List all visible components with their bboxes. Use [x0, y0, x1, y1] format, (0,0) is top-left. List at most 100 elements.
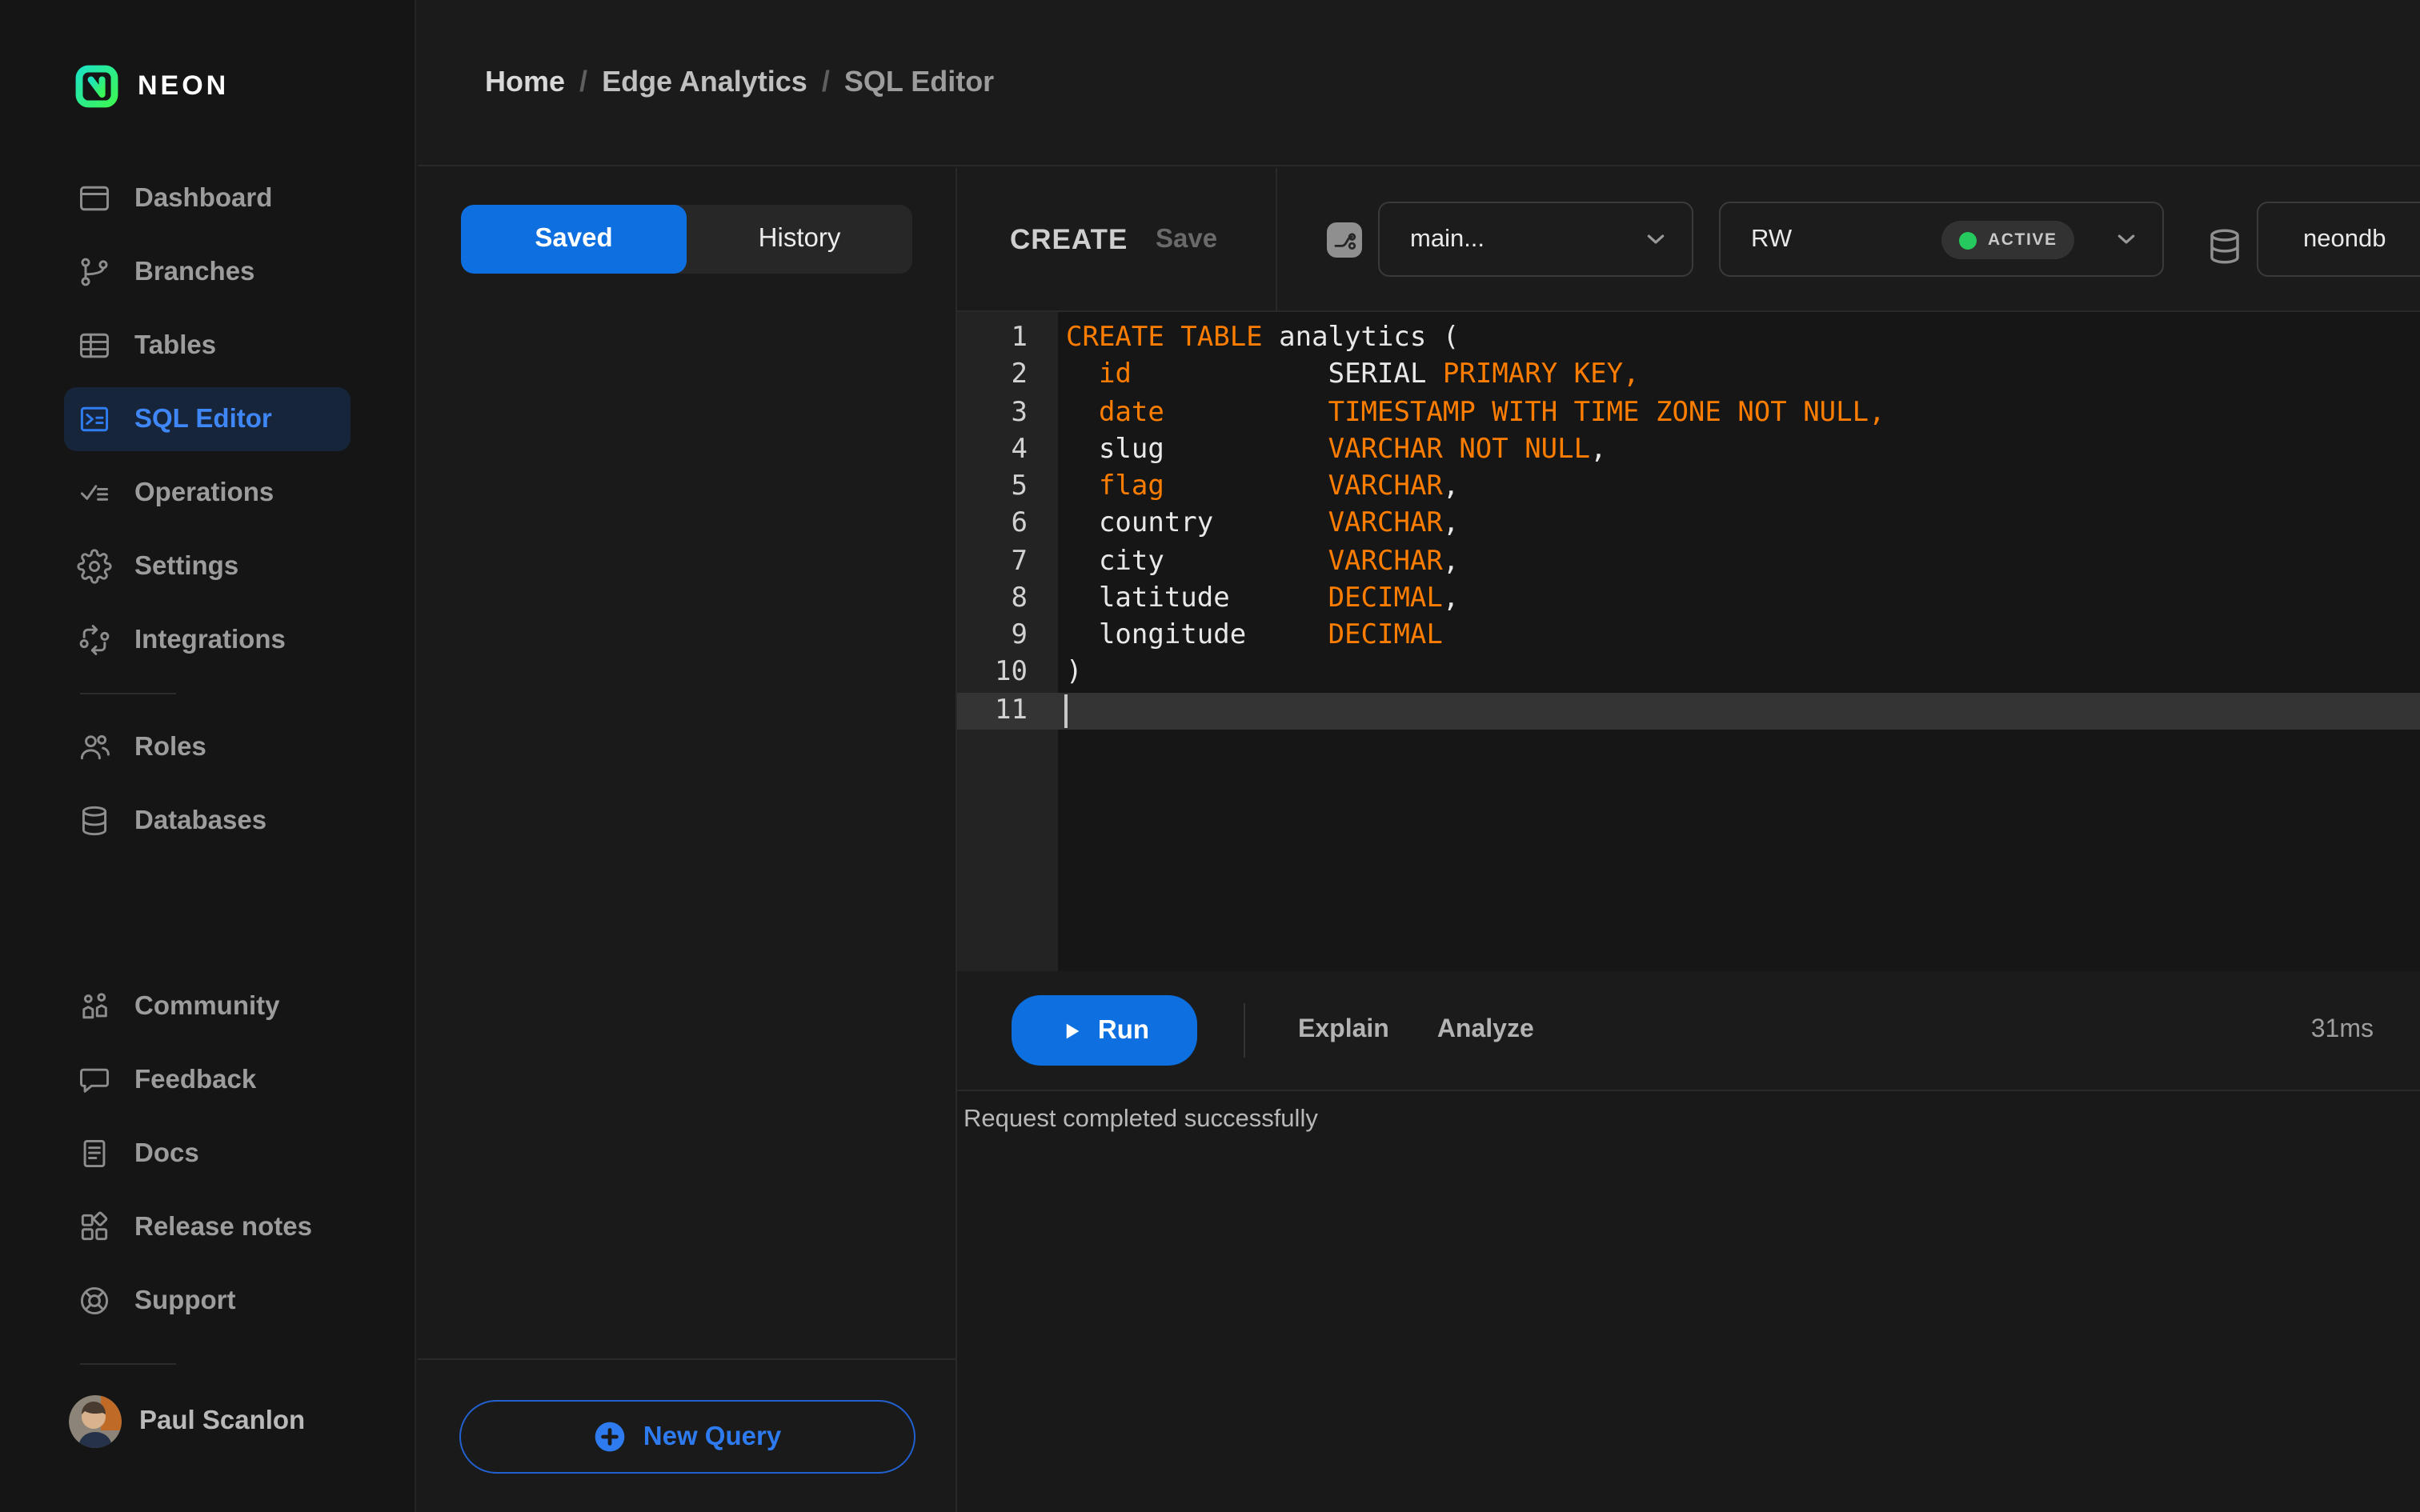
sidebar-item-branches[interactable]: Branches: [64, 240, 351, 304]
text-cursor: [1064, 694, 1068, 727]
code-line-content: city VARCHAR,: [1066, 545, 1460, 577]
sidebar-item-support[interactable]: Support: [64, 1269, 351, 1333]
code-line-2[interactable]: 2 id SERIAL PRIMARY KEY,: [957, 358, 2420, 395]
sidebar-item-roles[interactable]: Roles: [64, 715, 351, 779]
code-line-1[interactable]: 1 CREATE TABLE analytics (: [957, 320, 2420, 358]
sidebar-item-community[interactable]: Community: [64, 974, 351, 1038]
sidebar-item-label: Tables: [134, 330, 217, 359]
compute-status-label: ACTIVE: [1988, 230, 2057, 250]
new-query-label: New Query: [643, 1422, 782, 1450]
user-avatar: [69, 1395, 122, 1448]
sidebar-item-label: Community: [134, 991, 280, 1020]
operations-icon: [77, 475, 112, 510]
line-number: 7: [1011, 545, 1028, 577]
code-line-5[interactable]: 5 flag VARCHAR,: [957, 469, 2420, 506]
docs-icon: [77, 1136, 112, 1171]
sidebar-item-operations[interactable]: Operations: [64, 461, 351, 525]
breadcrumb-item-sql-editor: SQL Editor: [843, 66, 995, 98]
sidebar-item-sql-editor[interactable]: SQL Editor: [64, 387, 351, 451]
neon-logo-icon: [75, 65, 118, 108]
code-line-7[interactable]: 7 city VARCHAR,: [957, 543, 2420, 581]
code-line-content: slug VARCHAR NOT NULL,: [1066, 433, 1607, 466]
sidebar-item-settings[interactable]: Settings: [64, 534, 351, 598]
breadcrumb-separator: /: [579, 66, 588, 98]
line-number: 5: [1011, 470, 1028, 502]
top-header: Home / Edge Analytics / SQL Editor: [418, 0, 2420, 166]
sidebar-divider: [80, 693, 176, 694]
code-line-content: [1058, 692, 2420, 730]
chevron-down-icon: [1641, 224, 1671, 254]
compute-select[interactable]: RW ACTIVE: [1719, 202, 2164, 277]
sidebar-item-label: Integrations: [134, 625, 286, 654]
sidebar-item-label: Operations: [134, 478, 274, 506]
branch-icon: [1333, 232, 1356, 250]
sidebar-item-databases[interactable]: Databases: [64, 789, 351, 853]
new-query-button[interactable]: New Query: [459, 1400, 915, 1474]
line-number: 8: [1011, 582, 1028, 614]
status-dot-icon: [1959, 231, 1977, 249]
sidebar-item-dashboard[interactable]: Dashboard: [64, 166, 351, 230]
code-line-9[interactable]: 9 longitude DECIMAL: [957, 618, 2420, 655]
code-line-10[interactable]: 10): [957, 655, 2420, 693]
brand-wordmark: NEON: [138, 70, 230, 101]
run-button[interactable]: Run: [1012, 995, 1197, 1066]
sidebar-item-feedback[interactable]: Feedback: [64, 1048, 351, 1112]
line-number: 4: [1011, 433, 1028, 466]
breadcrumb-item-edge-analytics[interactable]: Edge Analytics: [602, 66, 807, 99]
line-number: 9: [1011, 619, 1028, 651]
code-line-content: latitude DECIMAL,: [1066, 582, 1460, 614]
sidebar-item-label: Roles: [134, 732, 206, 761]
user-name: Paul Scanlon: [139, 1406, 306, 1435]
sidebar-item-tables[interactable]: Tables: [64, 314, 351, 378]
sidebar-item-release-notes[interactable]: Release notes: [64, 1195, 351, 1259]
query-duration: 31ms: [2310, 1016, 2374, 1043]
breadcrumb: Home / Edge Analytics / SQL Editor: [485, 66, 994, 99]
tables-icon: [77, 328, 112, 363]
tab-history[interactable]: History: [687, 205, 912, 274]
code-line-11[interactable]: 11: [957, 692, 2420, 730]
sql-editor-pane: CREATE Save main... RW ACTIVE neondb 1 C…: [957, 168, 2420, 1512]
save-button[interactable]: Save: [1156, 224, 1217, 254]
status-message: Request completed successfully: [964, 1106, 1318, 1133]
sidebar-item-label: Databases: [134, 806, 267, 834]
explain-button[interactable]: Explain: [1298, 1016, 1389, 1045]
queries-panel-footer: New Query: [418, 1358, 956, 1512]
code-editor[interactable]: 1 CREATE TABLE analytics ( 2 id SERIAL PRI…: [957, 312, 2420, 971]
tab-saved[interactable]: Saved: [461, 205, 687, 274]
line-number: 1: [1011, 322, 1028, 354]
code-line-6[interactable]: 6 country VARCHAR,: [957, 506, 2420, 544]
code-line-8[interactable]: 8 latitude DECIMAL,: [957, 581, 2420, 618]
code-line-content: flag VARCHAR,: [1098, 470, 1460, 502]
breadcrumb-item-home[interactable]: Home: [485, 66, 565, 99]
integrations-icon: [77, 622, 112, 658]
branch-select[interactable]: main...: [1378, 202, 1693, 277]
sidebar-item-label: Branches: [134, 257, 255, 286]
database-select[interactable]: neondb: [2257, 202, 2420, 277]
code-line-content: ): [1066, 656, 1083, 689]
breadcrumb-separator: /: [821, 66, 830, 98]
code-line-content: CREATE TABLE analytics (: [1066, 322, 1460, 354]
code-line-content: country VARCHAR,: [1066, 507, 1460, 540]
neon-logo[interactable]: NEON: [75, 64, 229, 109]
sidebar: NEON Dashboard Branches Tables SQL Editor Op…: [0, 0, 416, 1512]
editor-action-bar: Run Explain Analyze 31ms: [957, 971, 2420, 1091]
branch-badge-button[interactable]: [1327, 222, 1362, 258]
code-line-3[interactable]: 3 date TIMESTAMP WITH TIME ZONE NOT NULL…: [957, 394, 2420, 432]
sidebar-item-label: SQL Editor: [134, 404, 272, 433]
sidebar-item-label: Support: [134, 1286, 236, 1314]
analyze-button[interactable]: Analyze: [1437, 1016, 1534, 1045]
database-select-value: neondb: [2303, 225, 2386, 252]
feedback-icon: [77, 1062, 112, 1098]
sql-editor-icon: [77, 402, 112, 437]
chevron-down-icon: [2111, 224, 2142, 254]
line-number: 6: [1011, 507, 1028, 540]
query-title: CREATE: [1010, 222, 1128, 254]
user-menu[interactable]: Paul Scanlon: [69, 1395, 415, 1448]
sidebar-item-label: Feedback: [134, 1065, 257, 1094]
roles-icon: [77, 730, 112, 765]
sidebar-item-integrations[interactable]: Integrations: [64, 608, 351, 672]
release-notes-icon: [77, 1210, 112, 1245]
code-line-4[interactable]: 4 slug VARCHAR NOT NULL,: [957, 432, 2420, 470]
sidebar-item-docs[interactable]: Docs: [64, 1122, 351, 1186]
